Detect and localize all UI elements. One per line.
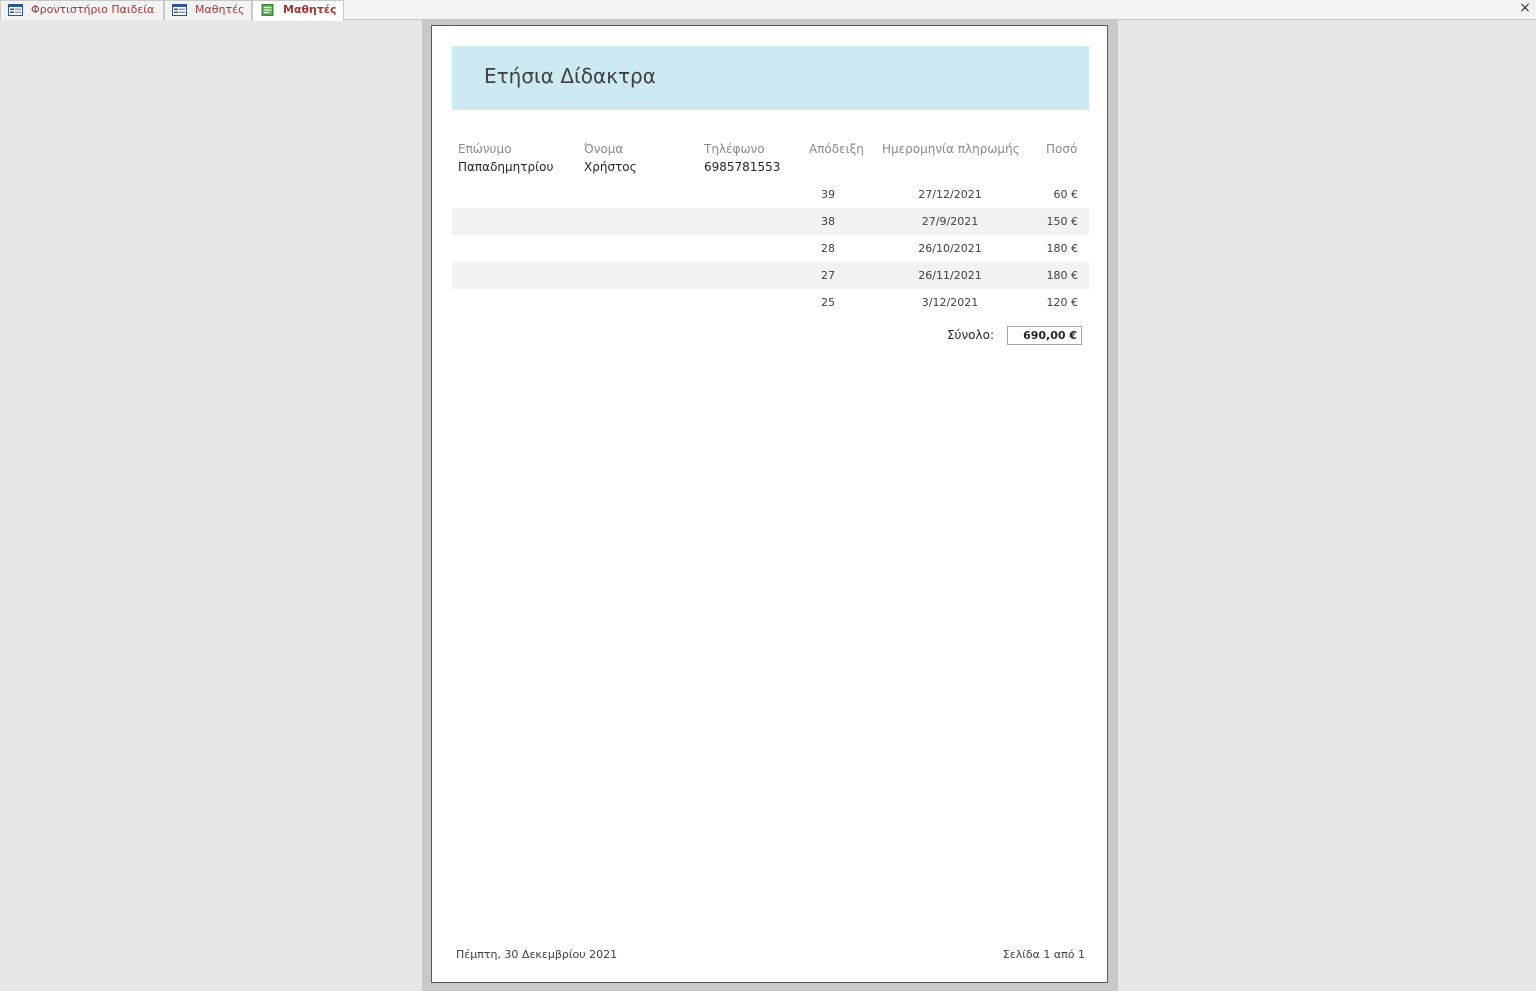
- form-icon: [8, 4, 23, 16]
- payment-row: 27 26/11/2021 180 €: [452, 262, 1089, 289]
- column-header-receipt: Απόδειξη: [809, 142, 864, 156]
- payment-date: 27/12/2021: [918, 188, 982, 201]
- report-page: Ετήσια Δίδακτρα Επώνυμο Όνομα Τηλέφωνο Α…: [431, 25, 1108, 983]
- tab-label: Μαθητές: [283, 3, 337, 16]
- student-phone: 6985781553: [704, 160, 781, 174]
- tab-mathites-report[interactable]: Μαθητές: [252, 0, 344, 21]
- student-surname: Παπαδημητρίου: [458, 160, 554, 174]
- document-tab-bar: Φροντιστήριο Παιδεία Μαθητές Μαθητές ×: [0, 0, 1536, 21]
- payment-date: 3/12/2021: [921, 296, 979, 309]
- payment-amount: 60 €: [1053, 188, 1079, 201]
- footer-date: Πέμπτη, 30 Δεκεμβρίου 2021: [456, 948, 618, 961]
- student-name: Χρήστος: [584, 160, 637, 174]
- payment-row: 39 27/12/2021 60 €: [452, 181, 1089, 208]
- column-header-phone: Τηλέφωνο: [704, 142, 765, 156]
- payment-amount: 180 €: [1046, 242, 1079, 255]
- report-title: Ετήσια Δίδακτρα: [484, 64, 656, 88]
- payment-amount: 180 €: [1046, 269, 1079, 282]
- payment-date: 26/11/2021: [918, 269, 982, 282]
- column-header-amount: Ποσό: [1046, 142, 1078, 156]
- receipt-number: 27: [821, 269, 835, 282]
- report-header-band: Ετήσια Δίδακτρα: [452, 46, 1089, 110]
- tab-frontistirio-paideia[interactable]: Φροντιστήριο Παιδεία: [0, 0, 164, 20]
- report-icon: [261, 4, 274, 16]
- payment-amount: 150 €: [1046, 215, 1079, 228]
- tab-label: Φροντιστήριο Παιδεία: [31, 3, 155, 16]
- payment-date: 27/9/2021: [921, 215, 979, 228]
- tab-label: Μαθητές: [195, 3, 245, 16]
- receipt-number: 39: [821, 188, 835, 201]
- payment-row: 28 26/10/2021 180 €: [452, 235, 1089, 262]
- total-label: Σύνολο:: [946, 328, 994, 342]
- payment-row: 38 27/9/2021 150 €: [452, 208, 1089, 235]
- form-icon: [172, 4, 187, 16]
- payment-row: 25 3/12/2021 120 €: [452, 289, 1089, 316]
- column-header-name: Όνομα: [584, 142, 624, 156]
- total-value: 690,00 €: [1007, 326, 1082, 345]
- receipt-number: 38: [821, 215, 835, 228]
- payment-amount: 120 €: [1046, 296, 1079, 309]
- close-icon[interactable]: ×: [1518, 0, 1532, 18]
- receipt-number: 28: [821, 242, 835, 255]
- column-header-surname: Επώνυμο: [458, 142, 512, 156]
- tab-mathites-form[interactable]: Μαθητές: [164, 0, 252, 20]
- footer-page-number: Σελίδα 1 από 1: [1002, 948, 1085, 961]
- receipt-number: 25: [821, 296, 835, 309]
- column-header-payment-date: Ημερομηνία πληρωμής: [882, 142, 1020, 156]
- payment-date: 26/10/2021: [918, 242, 982, 255]
